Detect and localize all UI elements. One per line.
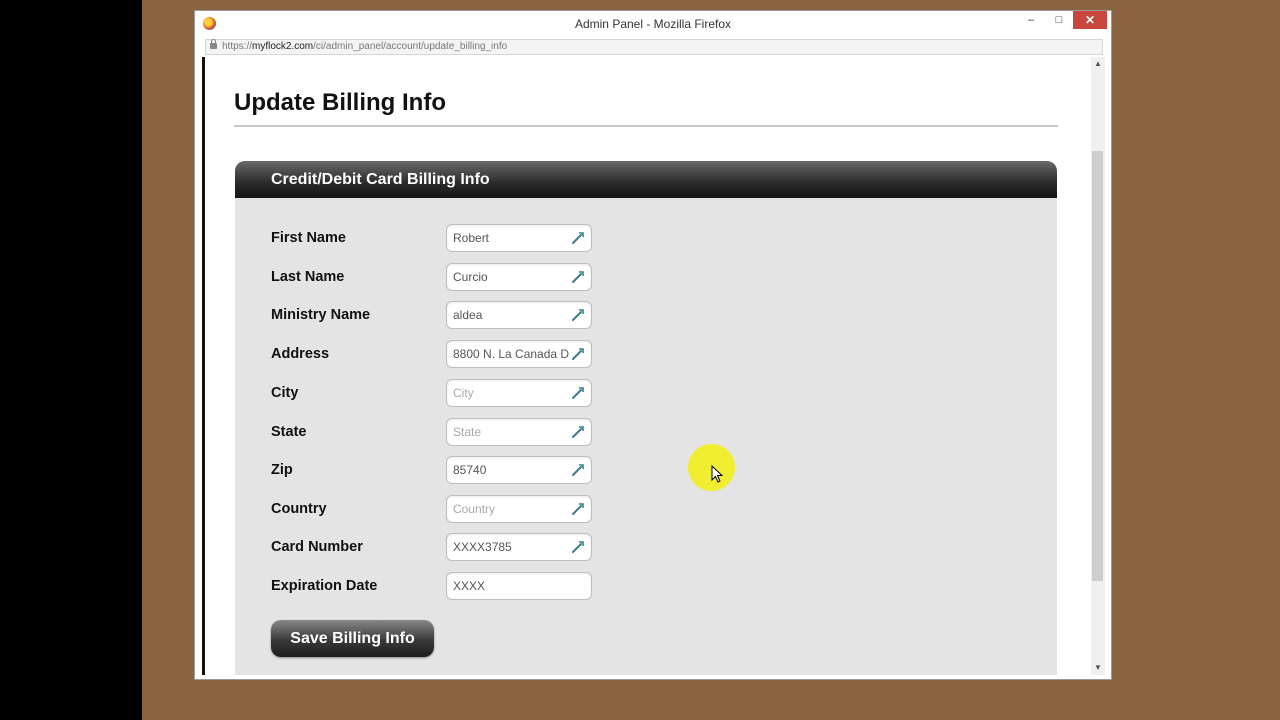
form-row-zip: Zip <box>271 456 611 484</box>
pen-icon[interactable] <box>571 386 585 400</box>
address-label: Address <box>271 346 330 362</box>
save-billing-info-button[interactable]: Save Billing Info <box>271 620 434 657</box>
window-title: Admin Panel - Mozilla Firefox <box>574 17 732 31</box>
scroll-up-arrow-icon[interactable]: ▲ <box>1091 57 1105 71</box>
state-label: State <box>271 424 307 440</box>
pen-icon[interactable] <box>571 502 585 516</box>
video-letterbox <box>0 0 142 720</box>
scroll-down-arrow-icon[interactable]: ▼ <box>1091 661 1105 675</box>
lock-icon <box>210 39 217 49</box>
form-row-first-name: First Name <box>271 224 611 252</box>
mouse-pointer-icon <box>711 465 723 483</box>
form-row-card-number: Card Number <box>271 533 611 561</box>
zip-label: Zip <box>271 462 293 478</box>
browser-window: Admin Panel - Mozilla Firefox – □ ✕ http… <box>194 10 1112 680</box>
title-divider <box>234 125 1058 127</box>
maximize-button[interactable]: □ <box>1045 11 1073 29</box>
panel-header: Credit/Debit Card Billing Info <box>235 161 1057 198</box>
form-row-ministry-name: Ministry Name <box>271 301 611 329</box>
close-button[interactable]: ✕ <box>1073 11 1107 29</box>
form-row-expiration-date: Expiration Date <box>271 572 611 600</box>
form-row-address: Address <box>271 340 611 368</box>
pen-icon[interactable] <box>571 231 585 245</box>
ministry-name-label: Ministry Name <box>271 307 371 323</box>
last-name-label: Last Name <box>271 269 345 285</box>
page-title: Update Billing Info <box>234 89 446 116</box>
pen-icon[interactable] <box>571 540 585 554</box>
window-controls: – □ ✕ <box>1017 11 1107 31</box>
title-bar: Admin Panel - Mozilla Firefox – □ ✕ <box>195 11 1111 37</box>
city-label: City <box>271 385 299 401</box>
pen-icon[interactable] <box>571 463 585 477</box>
pen-icon[interactable] <box>571 425 585 439</box>
vertical-scrollbar[interactable]: ▲ ▼ <box>1091 57 1105 675</box>
form-row-state: State <box>271 418 611 446</box>
pen-icon[interactable] <box>571 308 585 322</box>
pen-icon[interactable] <box>571 347 585 361</box>
url-host: myflock2.com <box>252 41 314 52</box>
country-label: Country <box>271 501 327 517</box>
scroll-thumb[interactable] <box>1092 151 1103 581</box>
url-scheme: https:// <box>222 41 253 52</box>
minimize-button[interactable]: – <box>1017 11 1045 29</box>
pen-icon[interactable] <box>571 270 585 284</box>
url-path: /ci/admin_panel/account/update_billing_i… <box>313 41 508 52</box>
address-bar[interactable]: https://myflock2.com/ci/admin_panel/acco… <box>205 39 1103 55</box>
billing-panel: Credit/Debit Card Billing Info First Nam… <box>235 161 1057 675</box>
expiration-date-input[interactable] <box>446 572 592 600</box>
page-viewport: Update Billing Info Credit/Debit Card Bi… <box>202 57 1086 675</box>
card-number-label: Card Number <box>271 539 363 555</box>
form-row-country: Country <box>271 495 611 523</box>
form-row-city: City <box>271 379 611 407</box>
first-name-label: First Name <box>271 230 346 246</box>
form-row-last-name: Last Name <box>271 263 611 291</box>
expiration-date-label: Expiration Date <box>271 578 378 594</box>
panel-title: Credit/Debit Card Billing Info <box>271 171 490 188</box>
